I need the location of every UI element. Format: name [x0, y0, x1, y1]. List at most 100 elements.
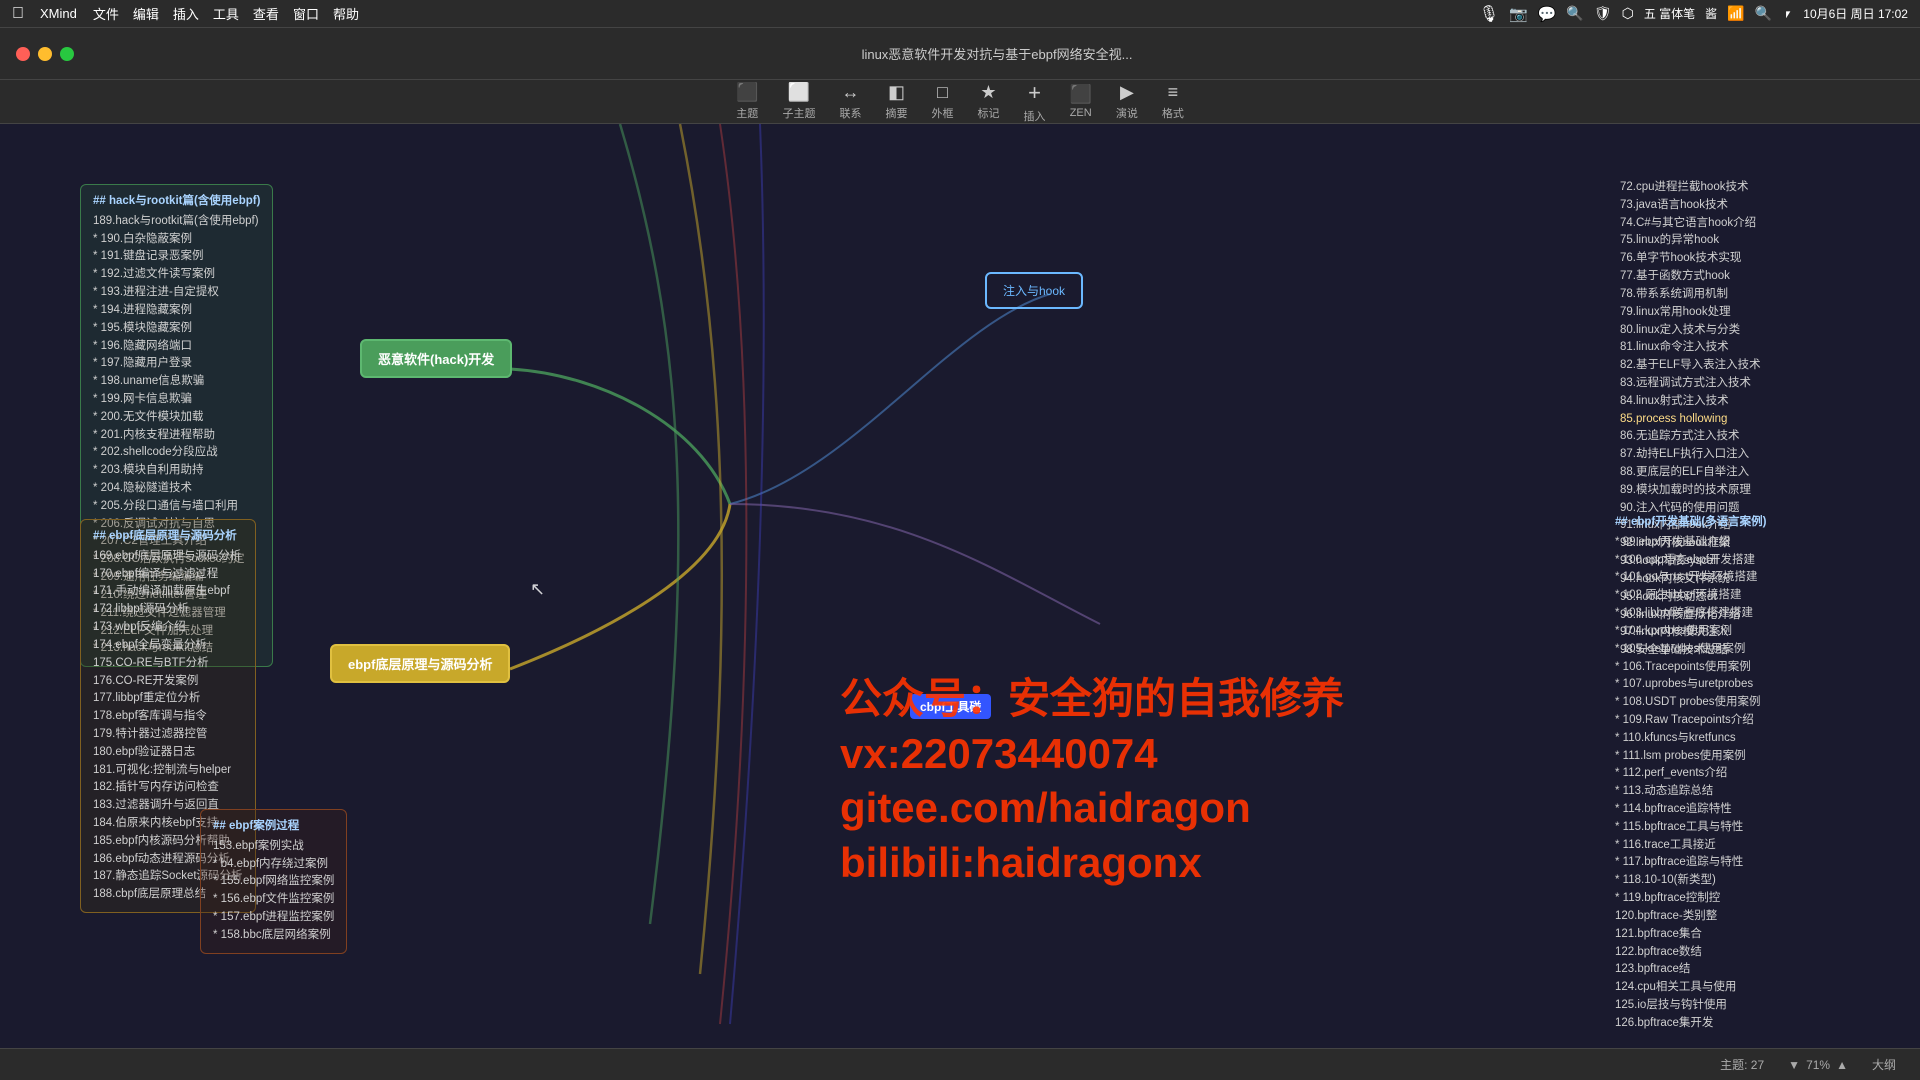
- zoom-down-icon[interactable]: ▼: [1788, 1058, 1800, 1072]
- ebpf-tool-button[interactable]: cbpf工具碰: [910, 694, 991, 719]
- r-item-78: 78.带系系统调用机制: [1620, 286, 1900, 304]
- app2-icon: 酱: [1705, 5, 1717, 22]
- traffic-lights: [16, 47, 74, 61]
- ebpf-item-175: 175.CO-RE与BTF分析: [93, 655, 243, 673]
- apple-menu[interactable]: : [12, 5, 24, 23]
- theme-count: 主题: 27: [1720, 1056, 1764, 1073]
- menu-view[interactable]: 查看: [253, 4, 279, 23]
- app-name[interactable]: XMind: [40, 6, 77, 21]
- connect-icon: ↔: [842, 82, 860, 103]
- r2-item-114: * 114.bpftrace追踪特性: [1615, 801, 1900, 819]
- toolbar-frame[interactable]: □ 外框: [932, 82, 954, 121]
- r2-item-107: * 107.uprobes与uretprobes: [1615, 676, 1900, 694]
- toolbar-topic[interactable]: ⬛ 主题: [736, 82, 758, 121]
- toolbar-summary-label: 摘要: [886, 105, 908, 121]
- subtopic-icon: ⬜: [788, 82, 810, 103]
- minimize-button[interactable]: [38, 47, 52, 61]
- r2-item-103: * 103.libbpf跨程序搭建搭建: [1615, 605, 1900, 623]
- node-hack-dev-label: 恶意软件(hack)开发: [378, 352, 494, 367]
- hack-item-193: * 193.进程注进-自定提权: [93, 284, 260, 302]
- toolbar-summary[interactable]: ◧ 摘要: [886, 82, 908, 121]
- menu-insert[interactable]: 插入: [173, 4, 199, 23]
- hack-item-195: * 195.模块隐藏案例: [93, 320, 260, 338]
- left-panel-bottom: ## ebpf案例过程 153.ebpf案例实战 * b4.ebpf内存绕过案例…: [200, 809, 347, 954]
- ebpf-item-173: 173.wbpf反编介绍: [93, 619, 243, 637]
- toolbar: ⬛ 主题 ⬜ 子主题 ↔ 联系 ◧ 摘要 □ 外框 ★ 标记 + 插入 ⬛ ZE…: [0, 80, 1920, 124]
- r2-item-119: * 119.bpftrace控制控: [1615, 890, 1900, 908]
- r-item-85: 85.process hollowing: [1620, 411, 1900, 429]
- r2-item-125: 125.io层技与钩针使用: [1615, 997, 1900, 1015]
- ebpf-item-174: 174.ebpf全局变量分析: [93, 637, 243, 655]
- toolbar-present[interactable]: ▶ 演说: [1116, 82, 1138, 121]
- ebpf-item-170: 170.ebpf编译与过滤过程: [93, 566, 243, 584]
- outline-button[interactable]: 大纲: [1872, 1056, 1896, 1073]
- summary-icon: ◧: [888, 82, 905, 103]
- r2-item-124: 124.cpu相关工具与使用: [1615, 979, 1900, 997]
- node-inject-hook[interactable]: 注入与hook: [985, 272, 1083, 309]
- r2-item-108: * 108.USDT probes使用案例: [1615, 694, 1900, 712]
- ebpf-item-172: 172.libbpf源码分析: [93, 601, 243, 619]
- toolbar-connect-label: 联系: [840, 105, 862, 121]
- r-item-86: 86.无追踪方式注入技术: [1620, 428, 1900, 446]
- r-item-77: 77.基于函数方式hook: [1620, 268, 1900, 286]
- watermark-line2: vx:22073440074: [840, 727, 1344, 782]
- r2-item-100: * 100.cpp语言ebpf开发搭建: [1615, 552, 1900, 570]
- hack-item-201: * 201.内核支程进程帮助: [93, 427, 260, 445]
- panel-title-ebpf-dev: ## ebpf开发基础(多语言案例): [1615, 514, 1900, 532]
- zoom-level[interactable]: ▼ 71% ▲: [1788, 1058, 1848, 1072]
- hack-item-196: * 196.隐藏网络端口: [93, 338, 260, 356]
- toolbar-topic-label: 主题: [736, 105, 758, 121]
- menu-edit[interactable]: 编辑: [133, 4, 159, 23]
- close-button[interactable]: [16, 47, 30, 61]
- window-title: linux恶意软件开发对抗与基于ebpf网络安全视...: [90, 44, 1904, 63]
- panel-title-ebpf: ## ebpf底层原理与源码分析: [93, 528, 243, 546]
- r-item-81: 81.linux命令注入技术: [1620, 339, 1900, 357]
- ebpf-item-182: 182.插针写内存访问检查: [93, 779, 243, 797]
- hack-item-191: * 191.键盘记录恶案例: [93, 248, 260, 266]
- menu-help[interactable]: 帮助: [333, 4, 359, 23]
- canvas-area[interactable]: ## hack与rootkit篇(含使用ebpf) 189.hack与rootk…: [0, 124, 1920, 1048]
- r-item-88: 88.更底层的ELF自举注入: [1620, 464, 1900, 482]
- hack-item-198: * 198.uname信息欺骗: [93, 373, 260, 391]
- ebpf-item-180: 180.ebpf验证器日志: [93, 744, 243, 762]
- r2-item-117: * 117.bpftrace追踪与特性: [1615, 854, 1900, 872]
- toolbar-insert-label: 插入: [1024, 108, 1046, 124]
- zoom-up-icon[interactable]: ▲: [1836, 1058, 1848, 1072]
- camera-icon: 📷: [1509, 5, 1528, 23]
- hack-item-200: * 200.无文件模块加载: [93, 409, 260, 427]
- menu-tools[interactable]: 工具: [213, 4, 239, 23]
- toolbar-marker[interactable]: ★ 标记: [978, 82, 1000, 121]
- watermark-line3: gitee.com/haidragon: [840, 781, 1344, 836]
- case-item-156: * 156.ebpf文件监控案例: [213, 891, 334, 909]
- toolbar-format[interactable]: ≡ 格式: [1162, 82, 1184, 121]
- titlebar: linux恶意软件开发对抗与基于ebpf网络安全视...: [0, 28, 1920, 80]
- marker-icon: ★: [980, 82, 996, 103]
- hack-item-204: * 204.隐秘隧道技术: [93, 480, 260, 498]
- toolbar-subtopic[interactable]: ⬜ 子主题: [783, 82, 816, 121]
- zen-icon: ⬛: [1070, 84, 1092, 105]
- r2-item-115: * 115.bpftrace工具与特性: [1615, 819, 1900, 837]
- r-item-73: 73.java语言hook技术: [1620, 197, 1900, 215]
- panel-title-hack: ## hack与rootkit篇(含使用ebpf): [93, 193, 260, 211]
- menu-file[interactable]: 文件: [93, 4, 119, 23]
- shield-icon: 🛡: [1594, 5, 1612, 22]
- toolbar-connect[interactable]: ↔ 联系: [840, 82, 862, 121]
- menu-window[interactable]: 窗口: [293, 4, 319, 23]
- r-item-84: 84.linux射式注入技术: [1620, 393, 1900, 411]
- hack-item-202: * 202.shellcode分段应战: [93, 444, 260, 462]
- search-icon[interactable]: 🔍: [1755, 5, 1772, 22]
- toolbar-zen-label: ZEN: [1070, 107, 1092, 119]
- r2-item-102: * 102.原生libbpf环境搭建: [1615, 587, 1900, 605]
- fullscreen-button[interactable]: [60, 47, 74, 61]
- toolbar-zen[interactable]: ⬛ ZEN: [1070, 84, 1092, 119]
- node-hack-dev[interactable]: 恶意软件(hack)开发: [360, 339, 512, 378]
- case-item-157: * 157.ebpf进程监控案例: [213, 909, 334, 927]
- zoom-value: 71%: [1806, 1058, 1830, 1072]
- node-ebpf-analysis[interactable]: ebpf底层原理与源码分析: [330, 644, 510, 683]
- toolbar-insert[interactable]: + 插入: [1024, 80, 1046, 124]
- insert-icon: +: [1028, 80, 1041, 106]
- r2-item-113: * 113.动态追踪总结: [1615, 783, 1900, 801]
- ebpf-item-171: 171.手动编译加载原生ebpf: [93, 583, 243, 601]
- mic-icon: 🎙: [1479, 4, 1499, 24]
- r-item-82: 82.基于ELF导入表注入技术: [1620, 357, 1900, 375]
